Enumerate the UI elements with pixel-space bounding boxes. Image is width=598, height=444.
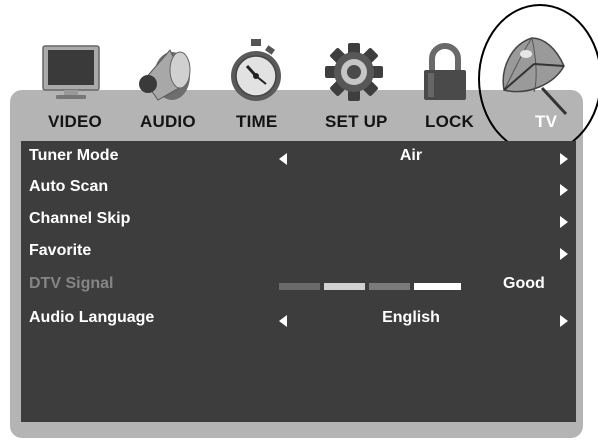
signal-bar-segment [324, 283, 365, 290]
tab-video[interactable]: VIDEO [48, 112, 102, 132]
menu-row-dtv-signal: DTV Signal Good [21, 271, 576, 301]
arrow-right-icon[interactable] [560, 153, 568, 165]
tab-audio[interactable]: AUDIO [140, 112, 196, 132]
menu-label: Audio Language [29, 309, 155, 326]
arrow-right-icon[interactable] [560, 184, 568, 196]
tab-lock[interactable]: LOCK [425, 112, 474, 132]
arrow-right-icon[interactable] [560, 248, 568, 260]
stopwatch-icon[interactable] [228, 38, 284, 104]
menu-row-channel-skip[interactable]: Channel Skip [21, 206, 576, 236]
speaker-icon[interactable] [136, 40, 194, 104]
arrow-left-icon[interactable] [279, 153, 287, 165]
menu-value: English [382, 309, 440, 326]
menu-label: Auto Scan [29, 178, 109, 195]
menu-label: Channel Skip [29, 210, 131, 227]
signal-bar-segment [414, 283, 461, 290]
menu-row-auto-scan[interactable]: Auto Scan [21, 174, 576, 204]
menu-label: Tuner Mode [29, 147, 119, 164]
monitor-icon[interactable] [40, 44, 102, 102]
menu-row-favorite[interactable]: Favorite [21, 238, 576, 268]
tab-setup[interactable]: SET UP [325, 112, 388, 132]
menu-row-audio-language[interactable]: Audio Language English [21, 305, 576, 335]
arrow-right-icon[interactable] [560, 216, 568, 228]
tab-time[interactable]: TIME [236, 112, 277, 132]
menu-row-tuner-mode[interactable]: Tuner Mode Air [21, 143, 576, 173]
arrow-right-icon[interactable] [560, 315, 568, 327]
tab-tv[interactable]: TV [535, 112, 557, 132]
signal-bar-segment [369, 283, 410, 290]
arrow-left-icon[interactable] [279, 315, 287, 327]
signal-quality-text: Good [503, 275, 545, 292]
signal-bar-segment [279, 283, 320, 290]
gear-icon[interactable] [324, 42, 384, 102]
menu-label: DTV Signal [29, 275, 114, 292]
padlock-icon[interactable] [420, 42, 470, 104]
menu-label: Favorite [29, 242, 92, 259]
menu-value: Air [399, 147, 423, 164]
